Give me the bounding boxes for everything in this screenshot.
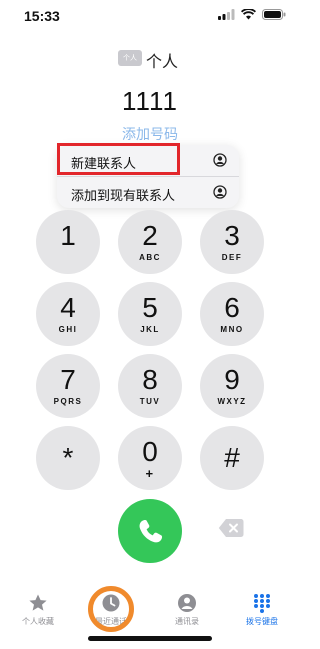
home-indicator <box>88 636 212 641</box>
key-digit: 3 <box>224 220 240 251</box>
key-digit: 4 <box>60 292 76 323</box>
menu-item-add-to-existing[interactable]: 添加到现有联系人 <box>57 177 239 208</box>
key-digit: 6 <box>224 292 240 323</box>
person-circle-icon <box>213 153 227 167</box>
menu-item-label: 添加到现有联系人 <box>71 188 176 203</box>
key-7[interactable]: 7 PQRS <box>36 354 100 418</box>
key-letters: WXYZ <box>217 397 247 406</box>
contacts-icon <box>178 594 196 612</box>
battery-icon <box>262 9 286 20</box>
tab-label: 通讯录 <box>175 617 199 626</box>
sim-line-label[interactable]: 个人 <box>146 48 178 72</box>
tab-keypad[interactable]: 拨号键盘 <box>232 585 292 635</box>
person-circle-icon <box>213 185 227 199</box>
delete-icon[interactable] <box>218 518 244 538</box>
key-6[interactable]: 6 MNO <box>200 282 264 346</box>
tab-label: 拨号键盘 <box>246 617 278 626</box>
key-8[interactable]: 8 TUV <box>118 354 182 418</box>
call-button[interactable] <box>118 499 182 563</box>
signal-icon <box>218 9 235 20</box>
key-digit: 1 <box>60 220 76 251</box>
annotation-circle <box>88 586 134 632</box>
key-digit: # <box>224 442 240 473</box>
key-digit: * <box>62 442 74 473</box>
key-hash[interactable]: # <box>200 426 264 490</box>
key-letters: MNO <box>220 325 244 334</box>
tab-label: 个人收藏 <box>22 617 54 626</box>
key-letters: JKL <box>140 325 160 334</box>
key-3[interactable]: 3 DEF <box>200 210 264 274</box>
key-2[interactable]: 2 ABC <box>118 210 182 274</box>
key-letters: PQRS <box>53 397 83 406</box>
status-icons <box>218 9 286 20</box>
star-icon <box>29 594 47 611</box>
sim-badge: 个人 <box>118 50 142 66</box>
key-letters: GHI <box>58 325 78 334</box>
dialed-number: 1111 <box>121 86 179 116</box>
status-bar: 15:33 <box>0 0 300 32</box>
key-digit: 7 <box>60 364 76 395</box>
key-digit: 8 <box>142 364 158 395</box>
status-time: 15:33 <box>24 8 60 24</box>
wifi-icon <box>241 9 256 20</box>
key-0[interactable]: 0 + <box>118 426 182 490</box>
key-4[interactable]: 4 GHI <box>36 282 100 346</box>
key-digit: 0 <box>142 436 158 467</box>
annotation-highlight-box <box>57 143 180 175</box>
tab-favorites[interactable]: 个人收藏 <box>8 585 68 635</box>
key-5[interactable]: 5 JKL <box>118 282 182 346</box>
key-digit: 2 <box>142 220 158 251</box>
key-digit: 5 <box>142 292 158 323</box>
key-digit: 9 <box>224 364 240 395</box>
add-number-link[interactable]: 添加号码 <box>0 124 300 144</box>
phone-icon <box>139 519 163 543</box>
key-letters: ABC <box>139 253 161 262</box>
keypad-icon <box>254 594 270 613</box>
tab-contacts[interactable]: 通讯录 <box>157 585 217 635</box>
key-star[interactable]: * <box>36 426 100 490</box>
key-letters: + <box>145 466 155 481</box>
key-9[interactable]: 9 WXYZ <box>200 354 264 418</box>
key-letters: DEF <box>221 253 243 262</box>
key-letters: TUV <box>139 397 161 406</box>
key-1[interactable]: 1 <box>36 210 100 274</box>
